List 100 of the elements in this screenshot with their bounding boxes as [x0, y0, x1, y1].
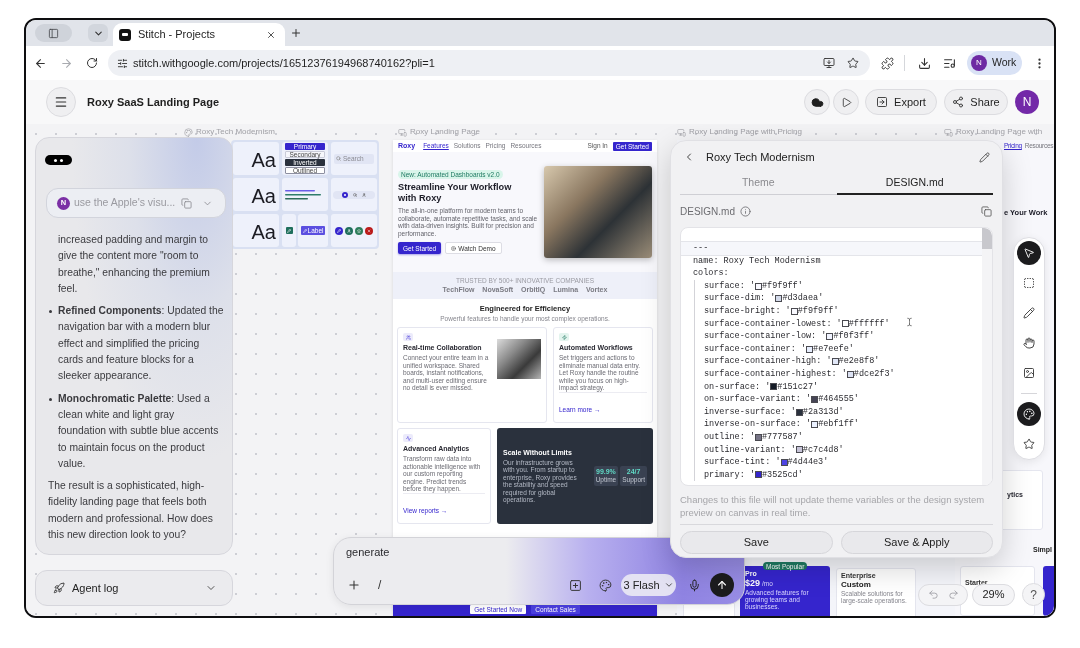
- type-sample: Aa: [251, 222, 276, 242]
- add-square-icon: [568, 578, 582, 592]
- code-key: surface-bright: ': [704, 304, 791, 318]
- downloads-button[interactable]: [917, 56, 931, 70]
- code-value: #4d44e3': [787, 456, 829, 469]
- code-key: surface-dim: ': [704, 292, 776, 305]
- microphone-icon: [687, 578, 701, 592]
- copy-icon: [980, 205, 992, 217]
- code-value: #ffffff': [848, 317, 890, 331]
- chevron-down-icon: [663, 580, 674, 590]
- close-icon: [266, 29, 276, 40]
- add-screen-button[interactable]: [567, 577, 583, 593]
- share-icon: [952, 96, 965, 108]
- file-label: DESIGN.md: [680, 204, 735, 219]
- panel-tab[interactable]: DESIGN.md: [836, 172, 993, 195]
- dashed-square-icon: [1023, 277, 1035, 289]
- profile-avatar: N: [971, 55, 987, 71]
- profile-button[interactable]: N Work: [967, 51, 1022, 75]
- code-value: #e2e8f8': [838, 355, 880, 368]
- tool-button[interactable]: [1017, 402, 1041, 426]
- pencil-icon: [1023, 307, 1035, 319]
- chat-message-text: The result is a sophisticated, high-fidelity landing page that feels both modern and professional. How does this new direction look to you?: [48, 479, 214, 543]
- copy-button[interactable]: [979, 204, 993, 218]
- cloud-button[interactable]: [804, 89, 830, 115]
- lightning-icon: [559, 333, 569, 341]
- pencil-icon: [302, 228, 307, 233]
- code-key: surface: ': [704, 279, 755, 293]
- prompt-preview: use the Apple's visu...: [74, 195, 176, 211]
- extensions-button[interactable]: [880, 56, 894, 70]
- code-value: #464555': [818, 393, 859, 406]
- media-button[interactable]: [942, 56, 956, 70]
- code-value: #dce2f3': [853, 367, 895, 381]
- bookmark-button[interactable]: [846, 56, 860, 70]
- preview-button[interactable]: [833, 89, 859, 115]
- play-circle-icon: [451, 245, 457, 251]
- code-editor[interactable]: [680, 227, 993, 486]
- pencil-tile-icon: [285, 227, 293, 234]
- tab-search-button[interactable]: [88, 24, 108, 42]
- code-value: #f9f9ff': [762, 279, 803, 293]
- save-apply-button[interactable]: Save & Apply: [840, 531, 993, 554]
- editor-note: Changes to this file will not update theme variables or the design system preview on canvas in real time.: [680, 493, 986, 519]
- palette-icon: [598, 578, 612, 592]
- add-button[interactable]: [346, 577, 362, 593]
- address-bar[interactable]: stitch.withgoogle.com/projects/16512376194968740162?pli=1: [108, 50, 870, 76]
- edit-button[interactable]: [976, 149, 992, 165]
- menu-button[interactable]: [46, 87, 76, 117]
- code-value: #d3daea': [782, 292, 824, 305]
- copy-icon: [181, 197, 192, 209]
- code-value: #f9f9ff': [797, 304, 839, 318]
- code-key: on-surface-variant: ': [704, 393, 812, 406]
- tool-button[interactable]: [1017, 241, 1041, 265]
- code-key: surface-container-high: ': [704, 355, 832, 368]
- install-app-button[interactable]: [822, 56, 836, 70]
- redo-icon: [947, 589, 959, 600]
- menu-icon: [54, 95, 68, 109]
- info-icon: [740, 205, 751, 217]
- share-button[interactable]: Share: [944, 89, 1008, 115]
- palette-icon: [1023, 408, 1035, 420]
- theme-button[interactable]: [597, 577, 613, 593]
- save-button[interactable]: Save: [680, 531, 833, 554]
- agent-log-button[interactable]: Agent log: [35, 570, 233, 606]
- tab-groups-button[interactable]: [35, 24, 72, 42]
- prompt-input[interactable]: generate: [346, 543, 646, 561]
- code-value: #c7c4d8': [802, 443, 844, 457]
- pulse-icon: [403, 434, 413, 442]
- plus-icon: [290, 27, 302, 39]
- hand-icon: [1023, 337, 1035, 349]
- download-icon: [917, 56, 931, 70]
- panel-title: Roxy Tech Modernism: [706, 149, 815, 165]
- user-avatar[interactable]: N: [1015, 90, 1039, 114]
- url-text: stitch.withgoogle.com/projects/16512376194968740162?pli=1: [133, 55, 435, 71]
- code-value: #777587': [762, 430, 803, 444]
- code-key: surface-container-lowest: ': [704, 317, 842, 331]
- back-arrow-icon: [33, 56, 47, 70]
- slash-command[interactable]: /: [378, 576, 382, 594]
- project-title: Roxy SaaS Landing Page: [87, 94, 220, 110]
- puzzle-icon: [880, 56, 894, 70]
- monitor-download-icon: [823, 57, 835, 69]
- type-sample: Aa: [251, 186, 276, 206]
- browser-tab[interactable]: Stitch - Projects: [113, 23, 285, 46]
- search-icon: [336, 156, 341, 161]
- users-icon: [403, 333, 413, 341]
- scrollbar-thumb[interactable]: [982, 228, 992, 249]
- bullet-icon: [49, 397, 52, 401]
- code-key: surface-container-highest: ': [704, 367, 847, 381]
- text-cursor-icon: [905, 315, 914, 329]
- chat-list-item: Monochromatic Palette: Used a clean white and light gray foundation with subtle blue accents to maintain focus on the product value.: [58, 391, 220, 471]
- send-button[interactable]: [710, 573, 734, 597]
- chat-list-item: Refined Components: Updated the navigation bar with a modern blur effect and simplified the pricing cards and feature blocks for a sleeker appearance.: [58, 304, 224, 384]
- code-value: #151c27': [777, 380, 819, 394]
- plan-price: $29: [745, 578, 761, 588]
- devices-icon: [677, 127, 686, 137]
- model-selector[interactable]: 3 Flash: [621, 574, 676, 596]
- code-line: colors:: [693, 267, 730, 280]
- export-button[interactable]: Export: [865, 89, 937, 115]
- rocket-icon: [53, 582, 65, 594]
- image-icon: [1023, 367, 1035, 379]
- code-value: #f0f3ff': [833, 330, 875, 343]
- site-info-button[interactable]: [115, 56, 129, 70]
- palette-icon: [184, 127, 193, 137]
